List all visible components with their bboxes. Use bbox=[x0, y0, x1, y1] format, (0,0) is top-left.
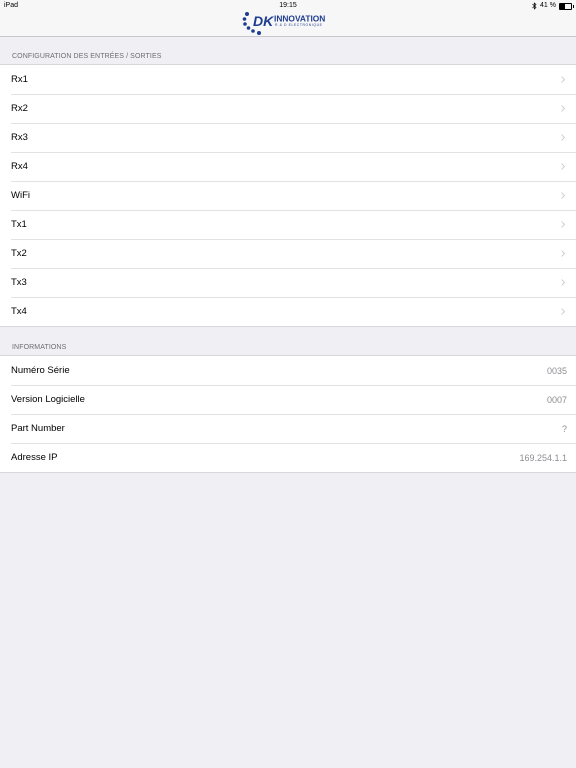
chevron-right-icon bbox=[561, 76, 565, 83]
io-item-rx4[interactable]: Rx4 bbox=[0, 152, 576, 181]
io-item-label: Tx3 bbox=[11, 277, 27, 288]
logo-tagline-text: R & D ELECTRONIQUE bbox=[275, 23, 323, 27]
battery-icon bbox=[559, 2, 574, 10]
chevron-right-icon bbox=[561, 308, 565, 315]
info-row-value: 169.254.1.1 bbox=[519, 452, 567, 463]
status-right: 41 % bbox=[532, 0, 574, 12]
info-row: Numéro Série 0035 bbox=[0, 356, 576, 385]
informations-list: Numéro Série 0035 Version Logicielle 0007 Pa… bbox=[0, 355, 576, 473]
info-row-value: 0035 bbox=[546, 365, 567, 376]
chevron-right-icon bbox=[561, 221, 565, 228]
io-item-rx1[interactable]: Rx1 bbox=[0, 65, 576, 94]
info-row: Version Logicielle 0007 bbox=[0, 385, 576, 414]
info-row: Adresse IP 169.254.1.1 bbox=[0, 443, 576, 472]
chevron-right-icon bbox=[561, 163, 565, 170]
io-item-label: Rx1 bbox=[11, 74, 28, 85]
io-item-label: WiFi bbox=[11, 190, 30, 201]
io-config-section-header: CONFIGURATION DES ENTRÉES / SORTIES bbox=[12, 53, 162, 60]
io-item-wifi[interactable]: WiFi bbox=[0, 181, 576, 210]
informations-section-header: INFORMATIONS bbox=[12, 344, 67, 351]
chevron-right-icon bbox=[561, 279, 565, 286]
io-item-label: Rx2 bbox=[11, 103, 28, 114]
info-row-label: Part Number bbox=[11, 423, 65, 434]
info-row-label: Numéro Série bbox=[11, 365, 70, 376]
io-item-label: Tx4 bbox=[11, 306, 27, 317]
io-item-tx1[interactable]: Tx1 bbox=[0, 210, 576, 239]
info-row-label: Version Logicielle bbox=[11, 394, 85, 405]
io-item-rx3[interactable]: Rx3 bbox=[0, 123, 576, 152]
io-item-tx3[interactable]: Tx3 bbox=[0, 268, 576, 297]
info-row-value: 0007 bbox=[546, 394, 567, 405]
logo-innovation-text: INNOVATION bbox=[274, 14, 325, 24]
chevron-right-icon bbox=[561, 134, 565, 141]
chevron-right-icon bbox=[561, 192, 565, 199]
chevron-right-icon bbox=[561, 105, 565, 112]
chevron-right-icon bbox=[561, 250, 565, 257]
io-item-label: Tx1 bbox=[11, 219, 27, 230]
info-row-label: Adresse IP bbox=[11, 452, 58, 463]
io-item-tx2[interactable]: Tx2 bbox=[0, 239, 576, 268]
battery-percent: 41 % bbox=[540, 2, 556, 9]
io-item-label: Rx3 bbox=[11, 132, 28, 143]
io-item-label: Tx2 bbox=[11, 248, 27, 259]
info-row-value: ? bbox=[561, 423, 567, 434]
logo-dk-text: DK bbox=[253, 13, 274, 29]
info-row: Part Number? bbox=[0, 414, 576, 443]
status-bar: iPad 19:15 41 % bbox=[0, 0, 576, 12]
dk-innovation-logo: DK INNOVATION R & D ELECTRONIQUE bbox=[242, 12, 325, 35]
battery-level bbox=[560, 3, 565, 9]
io-item-rx2[interactable]: Rx2 bbox=[0, 94, 576, 123]
io-item-tx4[interactable]: Tx4 bbox=[0, 297, 576, 326]
io-item-label: Rx4 bbox=[11, 161, 28, 172]
status-time: 19:15 bbox=[279, 2, 297, 9]
io-config-list: Rx1 Rx2 Rx3 Rx4 WiFi Tx1 Tx2 Tx3 Tx4 bbox=[0, 64, 576, 327]
bluetooth-icon bbox=[532, 2, 537, 10]
